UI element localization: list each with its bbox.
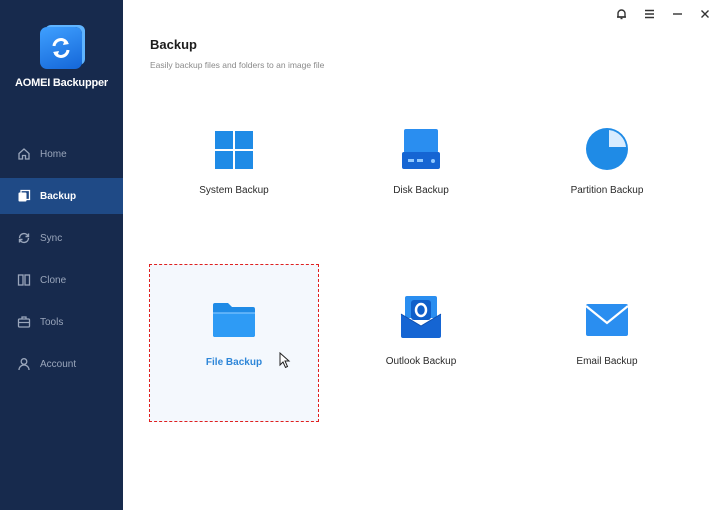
- bell-icon[interactable]: [613, 6, 629, 22]
- sidebar-item-account[interactable]: Account: [0, 346, 123, 382]
- sidebar-nav: Home Backup Sync Clone Tools Account: [0, 136, 123, 388]
- option-label: Outlook Backup: [385, 356, 457, 367]
- close-icon[interactable]: [697, 6, 713, 22]
- outlook-icon: [400, 296, 442, 338]
- app-name: AOMEI Backupper: [15, 77, 108, 89]
- partition-backup-option[interactable]: Partition Backup: [522, 102, 692, 260]
- sidebar-item-tools[interactable]: Tools: [0, 304, 123, 340]
- option-label: Disk Backup: [393, 185, 449, 196]
- mouse-cursor-icon: [279, 352, 291, 369]
- minimize-icon[interactable]: [669, 6, 685, 22]
- hamburger-menu-icon[interactable]: [641, 6, 657, 22]
- email-backup-option[interactable]: Email Backup: [522, 264, 692, 422]
- sidebar-item-label: Clone: [40, 274, 67, 286]
- account-icon: [18, 358, 30, 371]
- windows-icon: [215, 131, 253, 169]
- sidebar-item-label: Tools: [40, 316, 64, 328]
- option-label: System Backup: [199, 185, 269, 196]
- sidebar-item-home[interactable]: Home: [0, 136, 123, 172]
- outlook-backup-option[interactable]: Outlook Backup: [336, 264, 506, 422]
- disk-backup-option[interactable]: Disk Backup: [336, 102, 506, 260]
- tools-icon: [17, 316, 31, 328]
- sidebar-item-clone[interactable]: Clone: [0, 262, 123, 298]
- sidebar-item-backup[interactable]: Backup: [0, 178, 123, 214]
- sidebar-item-label: Sync: [40, 232, 63, 244]
- sidebar-item-sync[interactable]: Sync: [0, 220, 123, 256]
- option-label: File Backup: [205, 357, 263, 368]
- file-backup-option[interactable]: File Backup: [149, 264, 319, 422]
- system-backup-option[interactable]: System Backup: [149, 102, 319, 260]
- sidebar-item-label: Home: [40, 148, 67, 160]
- pie-chart-icon: [586, 128, 628, 170]
- folder-icon: [213, 303, 255, 337]
- backup-icon: [18, 189, 31, 202]
- option-label: Email Backup: [576, 356, 638, 367]
- sync-icon: [18, 232, 30, 244]
- sidebar-item-label: Backup: [40, 190, 77, 202]
- app-logo-icon: [40, 27, 82, 69]
- page-title: Backup: [150, 37, 197, 52]
- page-subtitle: Easily backup files and folders to an im…: [150, 60, 325, 70]
- sidebar-item-label: Account: [40, 358, 77, 370]
- clone-icon: [17, 274, 31, 286]
- disk-icon: [402, 129, 440, 169]
- home-icon: [18, 148, 30, 160]
- envelope-icon: [585, 304, 629, 336]
- sidebar: AOMEI Backupper Home Backup Sync Clone T…: [0, 0, 123, 510]
- option-label: Partition Backup: [570, 185, 644, 196]
